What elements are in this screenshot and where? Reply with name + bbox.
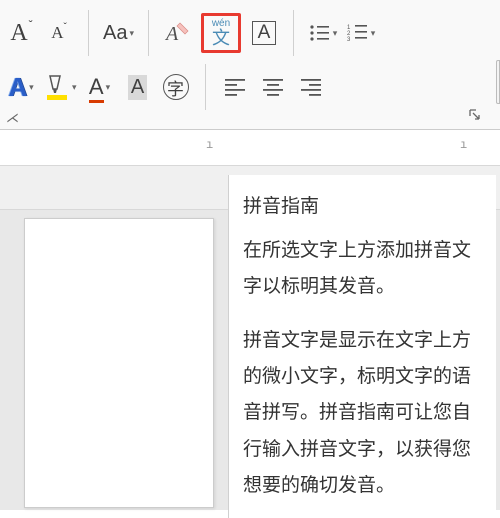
shrink-font-icon: A: [51, 23, 63, 43]
character-shading-button[interactable]: A: [123, 70, 153, 104]
ruler[interactable]: ı ı: [0, 130, 500, 170]
numbering-button[interactable]: 1 2 3 ▾: [346, 16, 376, 50]
clear-formatting-button[interactable]: A: [163, 16, 193, 50]
separator: [205, 64, 206, 110]
phonetic-guide-button[interactable]: wén 文: [201, 13, 241, 53]
document-page[interactable]: [24, 218, 214, 508]
separator: [293, 10, 294, 56]
font-group-launcher-label: ⋌: [6, 110, 19, 126]
phonetic-guide-tooltip: 拼音指南 在所选文字上方添加拼音文字以标明其发音。 拼音文字是显示在文字上方的微…: [228, 175, 496, 518]
font-color-button[interactable]: A ▾: [85, 70, 115, 104]
font-color-icon: A: [89, 74, 104, 100]
ruler-tick: ı: [460, 138, 467, 152]
change-case-button[interactable]: Aa ▾: [103, 16, 134, 50]
chevron-down-icon: ▾: [371, 28, 376, 39]
dialog-launcher-icon: [468, 108, 482, 122]
align-left-icon: [224, 78, 246, 96]
highlight-pen-icon: [44, 73, 70, 101]
tooltip-paragraph: 拼音文字是显示在文字上方的微小文字，标明文字的语音拼写。拼音指南可让您自行输入拼…: [243, 323, 488, 503]
chevron-down-icon: ▾: [129, 28, 134, 39]
shrink-font-button[interactable]: A ˇ: [44, 16, 74, 50]
numbering-icon: 1 2 3: [347, 23, 369, 43]
align-center-icon: [262, 78, 284, 96]
grow-font-button[interactable]: A ˇ: [6, 16, 36, 50]
align-center-button[interactable]: [258, 70, 288, 104]
bullets-icon: [309, 23, 331, 43]
caret-up-small-icon: ˇ: [63, 22, 66, 33]
font-group-dialog-launcher[interactable]: [468, 108, 482, 122]
enclose-icon: 字: [163, 74, 189, 100]
chevron-down-icon: ▾: [106, 82, 111, 93]
align-right-button[interactable]: [296, 70, 326, 104]
highlight-button[interactable]: ▾: [44, 70, 77, 104]
ribbon-row-1: A ˇ A ˇ Aa ▾ A wén 文 A: [0, 6, 500, 60]
grow-font-icon: A: [10, 20, 27, 47]
enclose-characters-button[interactable]: 字: [161, 70, 191, 104]
svg-text:A: A: [164, 23, 179, 45]
align-right-icon: [300, 78, 322, 96]
tooltip-title: 拼音指南: [243, 189, 488, 225]
character-border-button[interactable]: A: [249, 16, 279, 50]
separator: [148, 10, 149, 56]
clear-format-icon: A: [164, 20, 192, 46]
ribbon-row-2: A ▾ ▾ A ▾ A 字: [0, 60, 500, 114]
separator: [88, 10, 89, 56]
phonetic-bottom-label: 文: [212, 29, 230, 47]
justify-button-edge[interactable]: [496, 60, 500, 104]
bullets-button[interactable]: ▾: [308, 16, 338, 50]
chevron-down-icon: ▾: [333, 28, 338, 39]
ruler-tick: ı: [206, 138, 213, 152]
text-effects-button[interactable]: A ▾: [6, 70, 36, 104]
align-left-button[interactable]: [220, 70, 250, 104]
change-case-icon: Aa: [103, 22, 127, 45]
caret-up-icon: ˇ: [29, 18, 33, 32]
char-border-icon: A: [252, 21, 277, 45]
char-shade-icon: A: [128, 75, 147, 100]
ribbon: A ˇ A ˇ Aa ▾ A wén 文 A: [0, 0, 500, 130]
chevron-down-icon: ▾: [72, 82, 77, 93]
svg-text:3: 3: [347, 37, 351, 43]
text-effects-icon: A: [8, 72, 27, 103]
tooltip-paragraph: 在所选文字上方添加拼音文字以标明其发音。: [243, 233, 488, 305]
chevron-down-icon: ▾: [29, 82, 34, 93]
